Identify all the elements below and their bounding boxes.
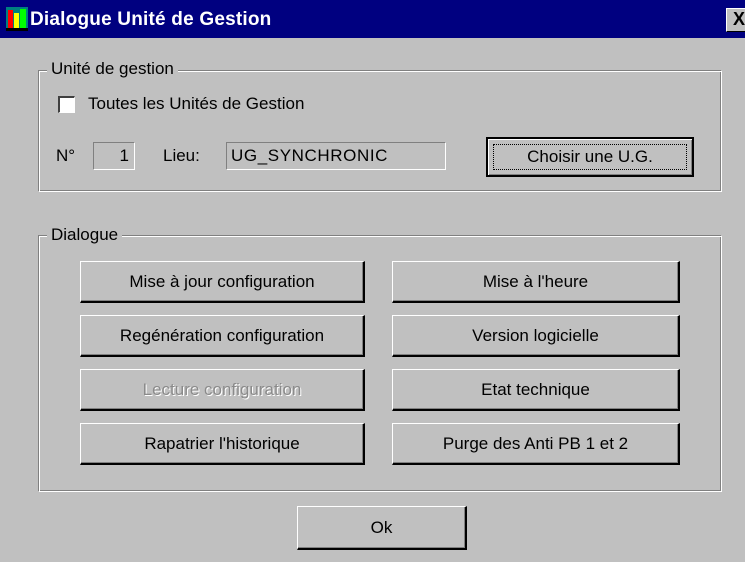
set-time-button[interactable]: Mise à l'heure (392, 261, 680, 303)
update-config-label: Mise à jour configuration (129, 271, 315, 291)
app-icon (6, 7, 28, 31)
technical-state-button[interactable]: Etat technique (392, 369, 680, 411)
number-label: N° (56, 146, 76, 165)
all-units-label[interactable]: Toutes les Unités de Gestion (88, 94, 304, 114)
choose-unit-label: Choisir une U.G. (527, 147, 653, 166)
place-label: Lieu: (163, 146, 200, 165)
regenerate-config-label: Regénération configuration (119, 325, 325, 345)
update-config-button[interactable]: Mise à jour configuration (80, 261, 365, 303)
read-config-button[interactable]: Lecture configuration (80, 369, 365, 411)
regenerate-config-button[interactable]: Regénération configuration (80, 315, 365, 357)
purge-anti-pb-button[interactable]: Purge des Anti PB 1 et 2 (392, 423, 680, 465)
software-version-button[interactable]: Version logicielle (392, 315, 680, 357)
software-version-label: Version logicielle (472, 325, 599, 345)
close-button[interactable]: X (726, 8, 745, 32)
ok-label: Ok (370, 517, 393, 537)
fetch-history-button[interactable]: Rapatrier l'historique (80, 423, 365, 465)
read-config-label: Lecture configuration (142, 379, 302, 399)
unit-number-field: 1 (93, 142, 135, 170)
dialogue-group-legend: Dialogue (47, 225, 123, 245)
close-icon: X (733, 9, 745, 29)
unit-group-legend: Unité de gestion (47, 59, 178, 79)
place-field: UG_SYNCHRONIC (226, 142, 446, 170)
ok-button[interactable]: Ok (297, 506, 467, 550)
set-time-label: Mise à l'heure (482, 271, 589, 291)
purge-anti-pb-label: Purge des Anti PB 1 et 2 (442, 433, 629, 453)
all-units-checkbox[interactable] (58, 96, 75, 113)
title-bar: Dialogue Unité de Gestion X (0, 0, 745, 38)
technical-state-label: Etat technique (481, 379, 590, 399)
fetch-history-label: Rapatrier l'historique (144, 433, 300, 453)
choose-unit-button[interactable]: Choisir une U.G. (486, 137, 694, 177)
window-title: Dialogue Unité de Gestion (30, 9, 272, 30)
